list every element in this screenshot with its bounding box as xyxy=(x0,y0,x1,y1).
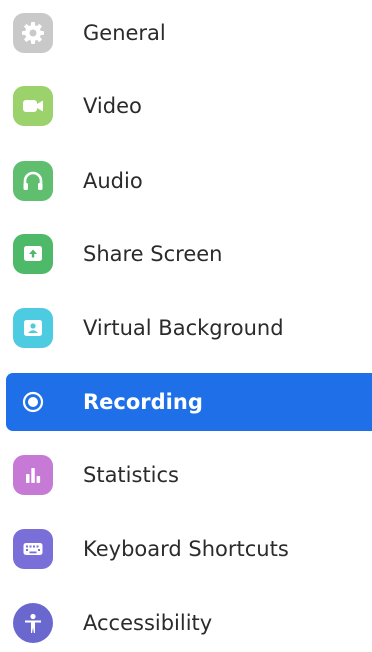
sidebar-item-label: Recording xyxy=(83,390,203,414)
statistics-icon xyxy=(13,455,53,495)
sidebar-item-statistics[interactable]: Statistics xyxy=(6,446,372,504)
sidebar-item-label: Share Screen xyxy=(83,242,223,266)
video-camera-icon xyxy=(13,86,53,126)
settings-sidebar: General Video Audio Share Screen Virtual… xyxy=(0,0,372,643)
sidebar-item-audio[interactable]: Audio xyxy=(6,152,372,210)
sidebar-item-label: Keyboard Shortcuts xyxy=(83,537,289,561)
gear-icon xyxy=(13,13,53,53)
sidebar-item-share-screen[interactable]: Share Screen xyxy=(6,225,372,283)
sidebar-item-accessibility[interactable]: Accessibility xyxy=(6,594,372,652)
sidebar-item-label: Video xyxy=(83,94,142,118)
sidebar-item-keyboard-shortcuts[interactable]: Keyboard Shortcuts xyxy=(6,520,372,578)
sidebar-item-label: Virtual Background xyxy=(83,316,284,340)
sidebar-item-label: Statistics xyxy=(83,463,179,487)
sidebar-item-recording[interactable]: Recording xyxy=(6,373,372,431)
record-icon xyxy=(13,382,53,422)
sidebar-item-virtual-background[interactable]: Virtual Background xyxy=(6,299,372,357)
accessibility-icon xyxy=(13,603,53,643)
share-screen-icon xyxy=(13,234,53,274)
sidebar-item-label: Accessibility xyxy=(83,611,213,635)
sidebar-item-video[interactable]: Video xyxy=(6,77,372,135)
sidebar-item-label: Audio xyxy=(83,169,143,193)
virtual-background-icon xyxy=(13,308,53,348)
headphones-icon xyxy=(13,161,53,201)
sidebar-item-label: General xyxy=(83,21,166,45)
keyboard-icon xyxy=(13,529,53,569)
sidebar-item-general[interactable]: General xyxy=(6,4,372,62)
